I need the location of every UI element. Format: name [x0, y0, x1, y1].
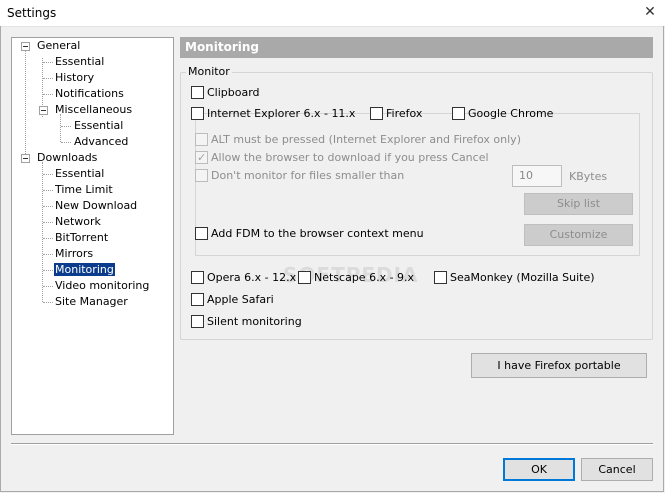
checkbox-icon — [452, 107, 465, 120]
customize-button[interactable]: Customize — [524, 224, 633, 246]
panel-title: Monitoring — [180, 37, 653, 58]
checkmark-icon: ✓ — [197, 151, 207, 164]
size-unit-label: KBytes — [569, 170, 608, 183]
collapse-general-icon[interactable] — [21, 42, 30, 51]
collapse-downloads-icon[interactable] — [21, 154, 30, 163]
tree-item-downloads-essential[interactable]: Essential — [54, 166, 105, 182]
checkbox-icon — [370, 107, 383, 120]
checkbox-icon — [191, 293, 204, 306]
ok-button[interactable]: OK — [503, 458, 575, 481]
title-bar: Settings ✕ — [0, 0, 665, 27]
checkbox-icon — [195, 169, 208, 182]
checkbox-icon — [195, 227, 208, 240]
firefox-portable-button[interactable]: I have Firefox portable — [471, 353, 647, 378]
tree-item-mirrors[interactable]: Mirrors — [54, 246, 94, 262]
checkbox-icon — [191, 86, 204, 99]
tree-item-history[interactable]: History — [54, 70, 95, 86]
tree-item-site-manager[interactable]: Site Manager — [54, 294, 129, 310]
settings-tree[interactable]: General Essential History Notifications … — [11, 37, 174, 435]
cancel-button[interactable]: Cancel — [581, 458, 653, 481]
close-icon[interactable]: ✕ — [635, 0, 665, 26]
window-title: Settings — [7, 6, 57, 20]
footer-separator — [11, 443, 653, 445]
tree-item-time-limit[interactable]: Time Limit — [54, 182, 114, 198]
checkbox-icon — [191, 315, 204, 328]
checkbox-icon — [195, 133, 208, 146]
tree-item-new-download[interactable]: New Download — [54, 198, 138, 214]
min-size-input[interactable]: 10 — [512, 165, 562, 187]
skip-list-button[interactable]: Skip list — [524, 193, 633, 215]
checkbox-icon: ✓ — [195, 151, 208, 164]
tree-item-misc-essential[interactable]: Essential — [73, 118, 124, 134]
tree-item-network[interactable]: Network — [54, 214, 102, 230]
tree-item-general-essential[interactable]: Essential — [54, 54, 105, 70]
monitor-group-label: Monitor — [186, 65, 232, 78]
tree-item-monitoring[interactable]: Monitoring — [53, 262, 116, 278]
tree-item-notifications[interactable]: Notifications — [54, 86, 125, 102]
tree-item-video-monitoring[interactable]: Video monitoring — [54, 278, 150, 294]
checkbox-icon — [434, 271, 447, 284]
checkbox-icon — [191, 271, 204, 284]
tree-item-miscellaneous[interactable]: Miscellaneous — [54, 102, 133, 118]
checkbox-icon — [191, 107, 204, 120]
tree-item-general[interactable]: General — [36, 38, 81, 54]
tree-item-advanced[interactable]: Advanced — [73, 134, 129, 150]
tree-item-downloads[interactable]: Downloads — [36, 150, 98, 166]
collapse-misc-icon[interactable] — [39, 106, 48, 115]
tree-item-bittorrent[interactable]: BitTorrent — [54, 230, 109, 246]
checkbox-icon — [298, 271, 311, 284]
